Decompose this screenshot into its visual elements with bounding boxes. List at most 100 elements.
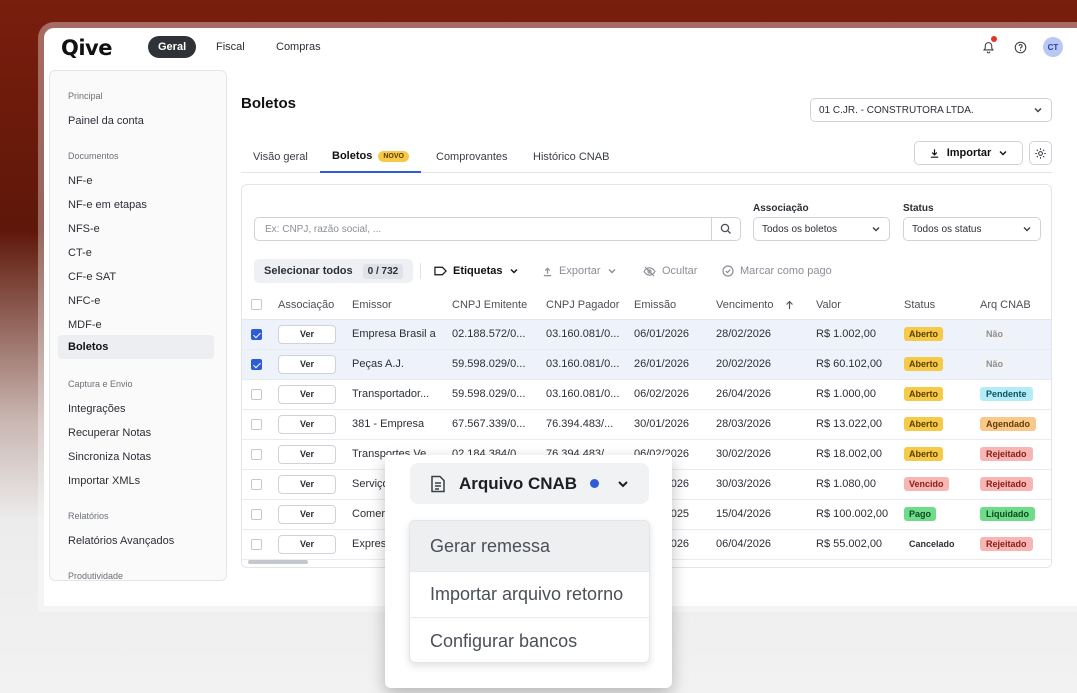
row-checkbox[interactable] xyxy=(251,508,262,520)
association-cell: Ver xyxy=(272,529,346,560)
company-select[interactable]: 01 C.JR. - CONSTRUTORA LTDA. xyxy=(810,98,1052,122)
status-cell: Vencido xyxy=(898,469,974,500)
header-checkbox[interactable] xyxy=(251,299,262,311)
association-select[interactable]: Todos os boletos xyxy=(753,217,890,241)
column-header-cnpj-emitente[interactable]: CNPJ Emitente xyxy=(446,291,540,320)
search-input[interactable] xyxy=(255,218,711,240)
column-header-cnpj-pagador[interactable]: CNPJ Pagador xyxy=(540,291,628,320)
column-header-emissor[interactable]: Emissor xyxy=(346,291,446,320)
sidebar-item-sincroniza-notas[interactable]: Sincroniza Notas xyxy=(58,445,214,469)
cnpj-pagador-cell: 03.160.081/0... xyxy=(540,379,628,410)
cnab-menu-item-gerar-remessa[interactable]: Gerar remessa xyxy=(410,521,649,572)
row-checkbox[interactable] xyxy=(251,478,262,490)
row-select-cell[interactable] xyxy=(242,469,272,500)
row-checkbox[interactable] xyxy=(251,418,262,430)
sidebar-item-boletos[interactable]: Boletos xyxy=(58,335,214,359)
sidebar-item-relatorios-avancados[interactable]: Relatórios Avançados xyxy=(58,529,214,553)
search-button[interactable] xyxy=(711,218,740,240)
valor-cell: R$ 55.002,00 xyxy=(810,529,898,560)
export-button[interactable]: Exportar xyxy=(542,259,617,283)
tag-icon xyxy=(434,266,447,276)
sidebar-section-principal: Principal xyxy=(68,91,103,101)
table-row[interactable]: Ver Transportador... 59.598.029/0... 03.160… xyxy=(242,379,1051,410)
tab-historico-cnab[interactable]: Histórico CNAB xyxy=(533,141,609,173)
sidebar-item-cte[interactable]: CT-e xyxy=(58,241,214,265)
row-select-cell[interactable] xyxy=(242,409,272,440)
column-header-associacao[interactable]: Associação xyxy=(272,291,346,320)
association-cell: Ver xyxy=(272,499,346,530)
row-checkbox[interactable] xyxy=(251,448,262,460)
column-header-valor[interactable]: Valor xyxy=(810,291,898,320)
table-row[interactable]: Ver 381 - Empresa 67.567.339/0... 76.394.48… xyxy=(242,409,1051,440)
status-badge: Aberto xyxy=(904,327,943,341)
nav-tab-fiscal[interactable]: Fiscal xyxy=(206,36,255,58)
row-checkbox[interactable] xyxy=(251,328,262,340)
tab-comprovantes[interactable]: Comprovantes xyxy=(436,141,508,173)
column-header-vencimento[interactable]: Vencimento xyxy=(710,291,810,320)
cnab-menu-item-configurar-bancos[interactable]: Configurar bancos xyxy=(410,618,649,662)
tab-visao-geral[interactable]: Visão geral xyxy=(253,141,308,173)
row-checkbox[interactable] xyxy=(251,358,262,370)
column-header-emissao[interactable]: Emissão xyxy=(628,291,710,320)
vencimento-cell: 28/03/2026 xyxy=(710,409,810,440)
sidebar-item-recuperar-notas[interactable]: Recuperar Notas xyxy=(58,421,214,445)
sidebar-item-mdfe[interactable]: MDF-e xyxy=(58,313,214,337)
row-select-cell[interactable] xyxy=(242,499,272,530)
sidebar-item-nfe[interactable]: NF-e xyxy=(58,169,214,193)
toolbar-divider xyxy=(420,263,421,279)
table-row[interactable]: Ver Empresa Brasil a 02.188.572/0... 03.160… xyxy=(242,319,1051,350)
help-icon[interactable] xyxy=(1011,38,1029,56)
valor-cell: R$ 100.002,00 xyxy=(810,499,898,530)
horizontal-scrollbar[interactable] xyxy=(248,560,308,564)
cnab-menu-item-importar-retorno[interactable]: Importar arquivo retorno xyxy=(410,572,649,618)
sidebar-item-nfse[interactable]: NFS-e xyxy=(58,217,214,241)
row-select-cell[interactable] xyxy=(242,319,272,350)
sidebar-item-cfe-sat[interactable]: CF-e SAT xyxy=(58,265,214,289)
cnpj-emitente-cell: 67.567.339/0... xyxy=(446,409,540,440)
sidebar-item-integracoes[interactable]: Integrações xyxy=(58,397,214,421)
settings-button[interactable] xyxy=(1029,141,1052,165)
sidebar-item-nfe-etapas[interactable]: NF-e em etapas xyxy=(58,193,214,217)
table-row[interactable]: Ver Peças A.J. 59.598.029/0... 03.160.081/0… xyxy=(242,349,1051,380)
emissor-cell: 381 - Empresa xyxy=(346,409,446,440)
select-column-header[interactable] xyxy=(242,291,272,320)
row-select-cell[interactable] xyxy=(242,379,272,410)
mark-paid-button[interactable]: Marcar como pago xyxy=(722,259,832,283)
row-checkbox[interactable] xyxy=(251,388,262,400)
bulk-toolbar: Selecionar todos 0 / 732 Etiquetas Expor… xyxy=(254,259,1044,283)
view-button[interactable]: Ver xyxy=(278,444,336,464)
nav-tab-geral[interactable]: Geral xyxy=(148,36,197,58)
tags-button[interactable]: Etiquetas xyxy=(434,259,519,283)
page-title: Boletos xyxy=(241,95,297,112)
gear-icon xyxy=(1035,147,1046,159)
view-button[interactable]: Ver xyxy=(278,534,336,554)
view-button[interactable]: Ver xyxy=(278,384,336,404)
column-header-status[interactable]: Status xyxy=(898,291,974,320)
row-checkbox[interactable] xyxy=(251,538,262,550)
hide-button[interactable]: Ocultar xyxy=(643,259,697,283)
view-button[interactable]: Ver xyxy=(278,504,336,524)
row-select-cell[interactable] xyxy=(242,529,272,560)
avatar[interactable]: CT xyxy=(1043,37,1063,57)
row-select-cell[interactable] xyxy=(242,349,272,380)
view-button[interactable]: Ver xyxy=(278,474,336,494)
nav-tab-compras[interactable]: Compras xyxy=(266,36,331,58)
sidebar-item-importar-xmls[interactable]: Importar XMLs xyxy=(58,469,214,493)
view-button[interactable]: Ver xyxy=(278,414,336,434)
tab-boletos[interactable]: Boletos NOVO xyxy=(320,141,421,173)
select-all-button[interactable]: Selecionar todos 0 / 732 xyxy=(254,259,414,283)
status-select[interactable]: Todos os status xyxy=(903,217,1041,241)
vencimento-cell: 28/02/2026 xyxy=(710,319,810,350)
sidebar-item-nfce[interactable]: NFC-e xyxy=(58,289,214,313)
cnpj-pagador-cell: 03.160.081/0... xyxy=(540,349,628,380)
bell-icon[interactable] xyxy=(979,36,997,56)
sidebar-item-painel[interactable]: Painel da conta xyxy=(58,109,214,133)
column-header-arq-cnab[interactable]: Arq CNAB xyxy=(974,291,1051,320)
row-select-cell[interactable] xyxy=(242,439,272,470)
import-button[interactable]: Importar xyxy=(914,141,1023,165)
status-label: Status xyxy=(903,203,934,214)
view-button[interactable]: Ver xyxy=(278,324,336,344)
view-button[interactable]: Ver xyxy=(278,354,336,374)
qive-logo[interactable]: Qive xyxy=(61,36,112,60)
cnab-dropdown-trigger[interactable]: Arquivo CNAB xyxy=(410,463,649,504)
